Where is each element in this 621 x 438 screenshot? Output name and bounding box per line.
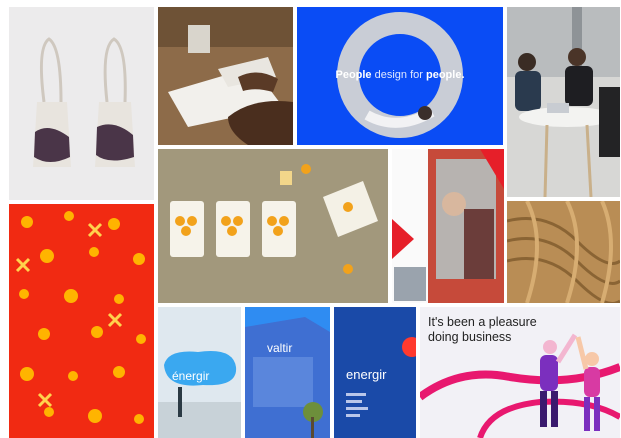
energir-sign-photo: énergir	[158, 307, 241, 438]
building-illustration	[245, 307, 330, 438]
packaging-illustration	[158, 149, 388, 303]
printed-brochure-photo	[392, 149, 504, 303]
pattern-illustration	[9, 204, 154, 438]
business-line-2: doing business	[428, 330, 512, 344]
tote-bags-photo	[9, 7, 154, 200]
energir-poster-photo: energir	[334, 307, 416, 438]
tagline-light: design for	[374, 69, 423, 81]
tagline-bold-2: people.	[426, 69, 465, 81]
energir-poster-text: energir	[346, 367, 387, 382]
desk-illustration	[158, 7, 293, 145]
wood-illustration	[507, 201, 620, 303]
meeting-illustration	[507, 7, 620, 197]
packaging-photo	[158, 149, 388, 303]
people-illustration: It's been a pleasure doing business	[420, 307, 620, 438]
blue-poster: People design for people.	[297, 7, 503, 145]
wood-texture-photo	[507, 201, 620, 303]
blue-poster-tagline: People design for people.	[297, 69, 503, 81]
energir-building-text: valtir	[267, 341, 293, 355]
energir-sign-text: énergir	[172, 369, 210, 383]
team-meeting-photo	[507, 7, 620, 197]
business-line-1: It's been a pleasure	[428, 315, 537, 329]
brochure-illustration	[392, 149, 504, 303]
tote-bags-illustration	[33, 37, 135, 167]
tagline-bold-1: People	[335, 69, 372, 81]
red-pattern-graphic	[9, 204, 154, 438]
energir-building-photo: valtir	[245, 307, 330, 438]
business-headline: It's been a pleasure doing business	[428, 315, 578, 345]
desk-sketching-photo	[158, 7, 293, 145]
